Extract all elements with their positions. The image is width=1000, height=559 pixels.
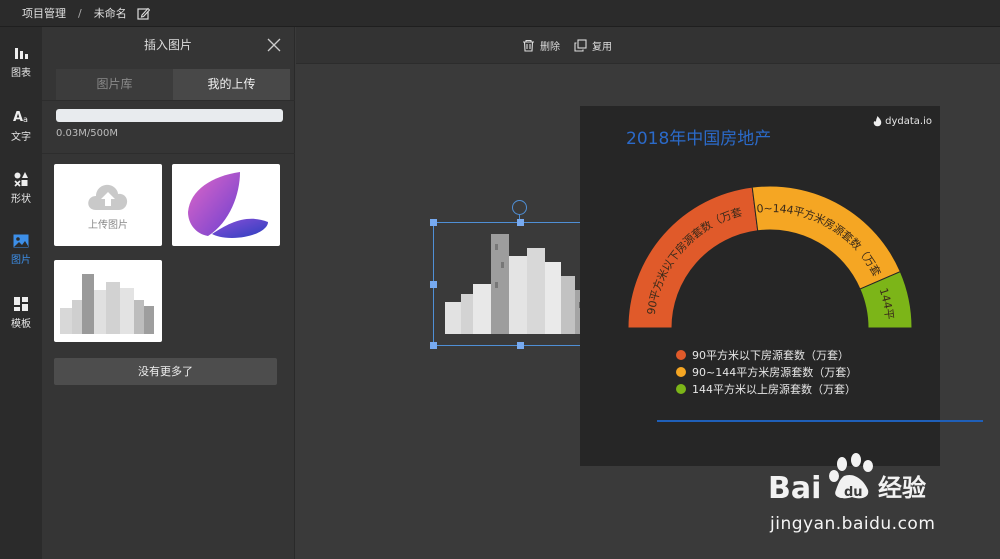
resize-handle[interactable]	[430, 281, 437, 288]
upload-image-button[interactable]: 上传图片	[54, 164, 162, 246]
svg-text:Bai: Bai	[768, 471, 821, 506]
close-icon[interactable]	[267, 38, 281, 52]
divider	[42, 153, 295, 154]
cloud-upload-icon	[88, 184, 128, 210]
legend-item: 144平方米以上房源套数（万套）	[676, 380, 857, 397]
watermark-url: jingyan.baidu.com	[770, 514, 936, 534]
chart-icon	[15, 48, 28, 59]
top-bar: 项目管理 / 未命名	[0, 0, 1000, 27]
tab-image-library[interactable]: 图片库	[56, 69, 173, 100]
upload-label: 上传图片	[88, 220, 128, 231]
nav-item-label: 模板	[11, 319, 31, 330]
trash-icon	[523, 39, 534, 52]
nav-item-image[interactable]: 图片	[0, 234, 42, 284]
copy-button[interactable]: 复用	[574, 38, 612, 53]
nav-item-label: 形状	[11, 194, 31, 205]
edit-icon[interactable]	[137, 7, 150, 20]
shape-icon	[14, 172, 28, 187]
nav-item-label: 图表	[11, 68, 31, 79]
legend-label: 144平方米以上房源套数（万套）	[692, 382, 856, 396]
copy-label: 复用	[592, 42, 612, 53]
panel-title-text: 插入图片	[143, 38, 192, 52]
svg-text:经验: 经验	[878, 474, 926, 502]
chart-card[interactable]: 2018年中国房地产 dydata.io 90平方米以下房源套数（万套90~14…	[580, 106, 940, 466]
delete-button[interactable]: 删除	[522, 38, 560, 53]
divider	[42, 100, 295, 101]
nav-item-template[interactable]: 模板	[0, 296, 42, 346]
breadcrumb-project[interactable]: 项目管理	[22, 5, 66, 21]
breadcrumb-name: 未命名	[93, 7, 127, 20]
chart-legend: 90平方米以下房源套数（万套） 90~144平方米房源套数（万套） 144平方米…	[676, 346, 857, 397]
baidu-watermark-logo: Bai du 经验	[768, 453, 926, 506]
nav-item-text[interactable]: Aa 文字	[0, 109, 42, 159]
breadcrumb-separator: /	[78, 6, 82, 20]
legend-dot	[676, 366, 686, 377]
resize-handle[interactable]	[517, 219, 524, 226]
legend-label: 90~144平方米房源套数（万套）	[692, 365, 858, 379]
panel-title: 插入图片	[42, 27, 294, 63]
insert-image-panel: 插入图片 图片库 我的上传 0.03M/500M 上传图片 没有更多了	[42, 27, 295, 559]
city-skyline-image	[60, 274, 154, 334]
resize-handle[interactable]	[430, 219, 437, 226]
legend-item: 90平方米以下房源套数（万套）	[676, 346, 857, 363]
copy-icon	[574, 39, 587, 52]
nav-item-label: 图片	[11, 255, 31, 266]
storage-progress-bar	[56, 109, 283, 122]
template-icon	[14, 297, 28, 311]
svg-text:a: a	[23, 115, 28, 124]
storage-text: 0.03M/500M	[56, 128, 118, 139]
canvas-toolbar: 删除 复用	[296, 27, 1000, 64]
image-icon	[13, 234, 29, 248]
delete-label: 删除	[540, 42, 560, 53]
uploaded-image-thumb[interactable]	[54, 260, 162, 342]
left-nav: 图表 Aa 文字 形状 图片 模板	[0, 27, 42, 559]
legend-item: 90~144平方米房源套数（万套）	[676, 363, 857, 380]
legend-dot	[676, 349, 686, 360]
divider-line	[657, 420, 983, 422]
nav-item-shape[interactable]: 形状	[0, 171, 42, 221]
no-more-button[interactable]: 没有更多了	[54, 358, 277, 385]
svg-text:A: A	[13, 110, 23, 125]
resize-handle[interactable]	[517, 342, 524, 349]
svg-text:du: du	[844, 485, 863, 500]
text-icon: Aa	[13, 110, 28, 125]
nav-item-label: 文字	[11, 132, 31, 143]
resize-handle[interactable]	[430, 342, 437, 349]
legend-dot	[676, 383, 686, 394]
petal-image	[188, 172, 268, 238]
uploaded-image-thumb[interactable]	[172, 164, 280, 246]
semi-donut-chart: 90平方米以下房源套数（万套90~144平方米房源套数（万套）144平	[580, 106, 913, 329]
legend-label: 90平方米以下房源套数（万套）	[692, 348, 849, 362]
nav-item-chart[interactable]: 图表	[0, 45, 42, 95]
tab-my-uploads[interactable]: 我的上传	[173, 69, 290, 100]
panel-tabs: 图片库 我的上传	[56, 69, 290, 100]
rotate-handle[interactable]	[512, 200, 527, 215]
